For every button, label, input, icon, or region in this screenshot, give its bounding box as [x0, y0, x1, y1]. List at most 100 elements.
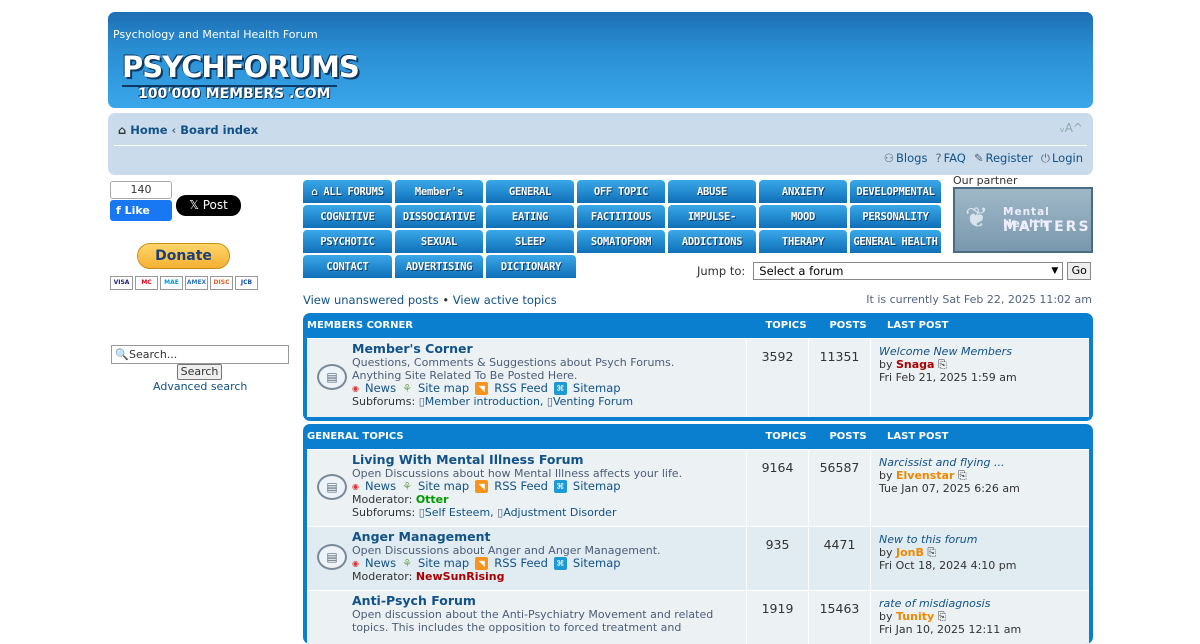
login-link[interactable]: ⏻ Login	[1041, 151, 1083, 166]
sitemap2-link[interactable]: Sitemap	[573, 557, 621, 570]
moderator-label: Moderator:	[352, 493, 413, 506]
category-header: GENERAL TOPICS TOPICS POSTS LAST POST	[307, 424, 1089, 449]
view-latest-post-icon[interactable]: ⎘	[938, 358, 947, 371]
tab-personality[interactable]: PERSONALITY	[850, 205, 941, 228]
site-logo[interactable]: PSYCHFORUMS 100'000 MEMBERS .COM	[122, 50, 360, 106]
subforums: Subforums: ▯Self Esteem, ▯Adjustment Dis…	[352, 506, 746, 519]
rss-icon: ◥	[475, 480, 489, 493]
advanced-search-link[interactable]: Advanced search	[153, 380, 247, 393]
tab-developmental[interactable]: DEVELOPMENTAL	[850, 180, 941, 203]
last-post-user-link[interactable]: Snaga	[896, 358, 934, 371]
tab-dissociative[interactable]: DISSOCIATIVE	[395, 205, 483, 228]
last-post-title-link[interactable]: New to this forum	[879, 533, 977, 546]
tab-therapy[interactable]: THERAPY	[759, 230, 847, 253]
view-latest-post-icon[interactable]: ⎘	[927, 546, 936, 559]
last-post-title-link[interactable]: Welcome New Members	[879, 345, 1012, 358]
jump-label: Jump to:	[697, 264, 746, 278]
tab-abuse[interactable]: ABUSE	[668, 180, 756, 203]
tab-general[interactable]: GENERAL	[486, 180, 574, 203]
sitemap-icon: ⌘	[553, 382, 567, 395]
forum-title-link[interactable]: Anti-Psych Forum	[352, 593, 476, 608]
tab-sexual[interactable]: SEXUAL	[395, 230, 483, 253]
subforum-link[interactable]: Venting Forum	[553, 395, 633, 408]
rss-link[interactable]: RSS Feed	[494, 557, 548, 570]
last-post-title-link[interactable]: rate of misdiagnosis	[879, 597, 990, 610]
facebook-like-button[interactable]: f Like	[110, 200, 172, 221]
blogs-link[interactable]: ⚇ Blogs	[884, 151, 928, 166]
sitemap-link[interactable]: Site map	[418, 382, 469, 395]
partner-banner[interactable]: ❦ Mental Health MATTERS	[953, 187, 1093, 253]
tab-psychotic[interactable]: PSYCHOTIC	[303, 230, 392, 253]
category-title[interactable]: GENERAL TOPICS	[307, 431, 755, 442]
tab-mood[interactable]: MOOD	[759, 205, 847, 228]
last-post: New to this forum by JonB ⎘ Fri Oct 18, …	[871, 527, 1017, 590]
donate-button[interactable]: Donate	[137, 243, 230, 269]
forum-select[interactable]: Select a forum ▼	[753, 262, 1064, 280]
active-topics-link[interactable]: View active topics	[453, 293, 557, 307]
crumb-home-link[interactable]: Home	[130, 123, 167, 137]
last-post: Welcome New Members by Snaga ⎘ Fri Feb 2…	[871, 339, 1017, 417]
search-input[interactable]: 🔍 Search...	[111, 345, 289, 364]
tab-eating[interactable]: EATING	[486, 205, 574, 228]
search-button[interactable]: Search	[177, 364, 222, 380]
unanswered-posts-link[interactable]: View unanswered posts	[303, 293, 439, 307]
last-post-title-link[interactable]: Narcissist and flying ...	[879, 456, 1004, 469]
topics-count: 9164	[747, 450, 809, 526]
last-post-user-link[interactable]: JonB	[896, 546, 924, 559]
tab-anxiety[interactable]: ANXIETY	[759, 180, 847, 203]
tab-general-health[interactable]: GENERAL HEALTH	[850, 230, 941, 253]
category-general-topics: GENERAL TOPICS TOPICS POSTS LAST POST ▤ …	[303, 424, 1093, 644]
moderator-link[interactable]: Otter	[416, 493, 449, 506]
tab-dictionary[interactable]: DICTIONARY	[486, 255, 576, 278]
facebook-like-count: 140	[110, 181, 172, 199]
category-title[interactable]: MEMBERS CORNER	[307, 320, 755, 331]
view-latest-post-icon[interactable]: ⎘	[958, 469, 967, 482]
news-link[interactable]: News	[365, 557, 396, 570]
subforum-link[interactable]: Adjustment Disorder	[503, 506, 616, 519]
jcb-card-icon: JCB	[235, 276, 258, 290]
rss-link[interactable]: RSS Feed	[494, 382, 548, 395]
news-link[interactable]: News	[365, 480, 396, 493]
news-link[interactable]: News	[365, 382, 396, 395]
tab-advertising[interactable]: ADVERTISING	[395, 255, 483, 278]
last-post-user-link[interactable]: Tunity	[896, 610, 934, 623]
subforum-link[interactable]: Member introduction,	[425, 395, 544, 408]
tab-members-corner[interactable]: Member's CORNER	[395, 180, 483, 222]
crumb-board-index-link[interactable]: Board index	[180, 123, 258, 137]
tab-cognitive[interactable]: COGNITIVE	[303, 205, 392, 228]
tab-sleep[interactable]: SLEEP	[486, 230, 574, 253]
register-link[interactable]: ✎ Register	[974, 151, 1033, 166]
last-post-user-link[interactable]: Elvenstar	[896, 469, 954, 482]
subforum-link[interactable]: Self Esteem,	[425, 506, 494, 519]
forum-title-link[interactable]: Anger Management	[352, 529, 491, 544]
tab-addictions[interactable]: ADDICTIONS	[668, 230, 756, 253]
view-latest-post-icon[interactable]: ⎘	[938, 610, 947, 623]
go-button[interactable]: Go	[1067, 262, 1092, 280]
moderator-link[interactable]: NewSunRising	[416, 570, 505, 583]
sitemap2-link[interactable]: Sitemap	[573, 382, 621, 395]
tab-factitious[interactable]: FACTITIOUS	[577, 205, 665, 228]
tab-off-topic[interactable]: OFF TOPIC	[577, 180, 665, 203]
power-icon: ⏻	[1040, 151, 1050, 165]
forum-title-link[interactable]: Member's Corner	[352, 341, 473, 356]
forum-title-link[interactable]: Living With Mental Illness Forum	[352, 452, 584, 467]
forum-read-icon: ▤	[317, 544, 347, 570]
x-post-button[interactable]: 𝕏 Post	[176, 195, 241, 216]
news-icon: ◉	[352, 384, 359, 393]
moderator: Moderator: Otter	[352, 493, 746, 506]
sitemap-link[interactable]: Site map	[418, 480, 469, 493]
faq-link[interactable]: ? FAQ	[935, 151, 965, 166]
sitemap2-link[interactable]: Sitemap	[573, 480, 621, 493]
rss-link[interactable]: RSS Feed	[494, 480, 548, 493]
subforums-label: Subforums:	[352, 506, 416, 519]
tab-contact[interactable]: CONTACT	[303, 255, 392, 278]
news-icon: ◉	[352, 482, 359, 491]
tab-all-forums[interactable]: ⌂ ALL FORUMS	[303, 180, 392, 203]
discover-card-icon: DISC	[210, 276, 233, 290]
sitemap-link[interactable]: Site map	[418, 557, 469, 570]
tab-somatoform[interactable]: SOMATOFORM	[577, 230, 665, 253]
font-size-icon[interactable]: ᵥA^	[1060, 121, 1083, 135]
tab-impulse-control[interactable]: IMPULSE-CONTROL	[668, 205, 756, 247]
faq-label: FAQ	[943, 151, 966, 165]
forum-select-value: Select a forum	[759, 264, 844, 278]
